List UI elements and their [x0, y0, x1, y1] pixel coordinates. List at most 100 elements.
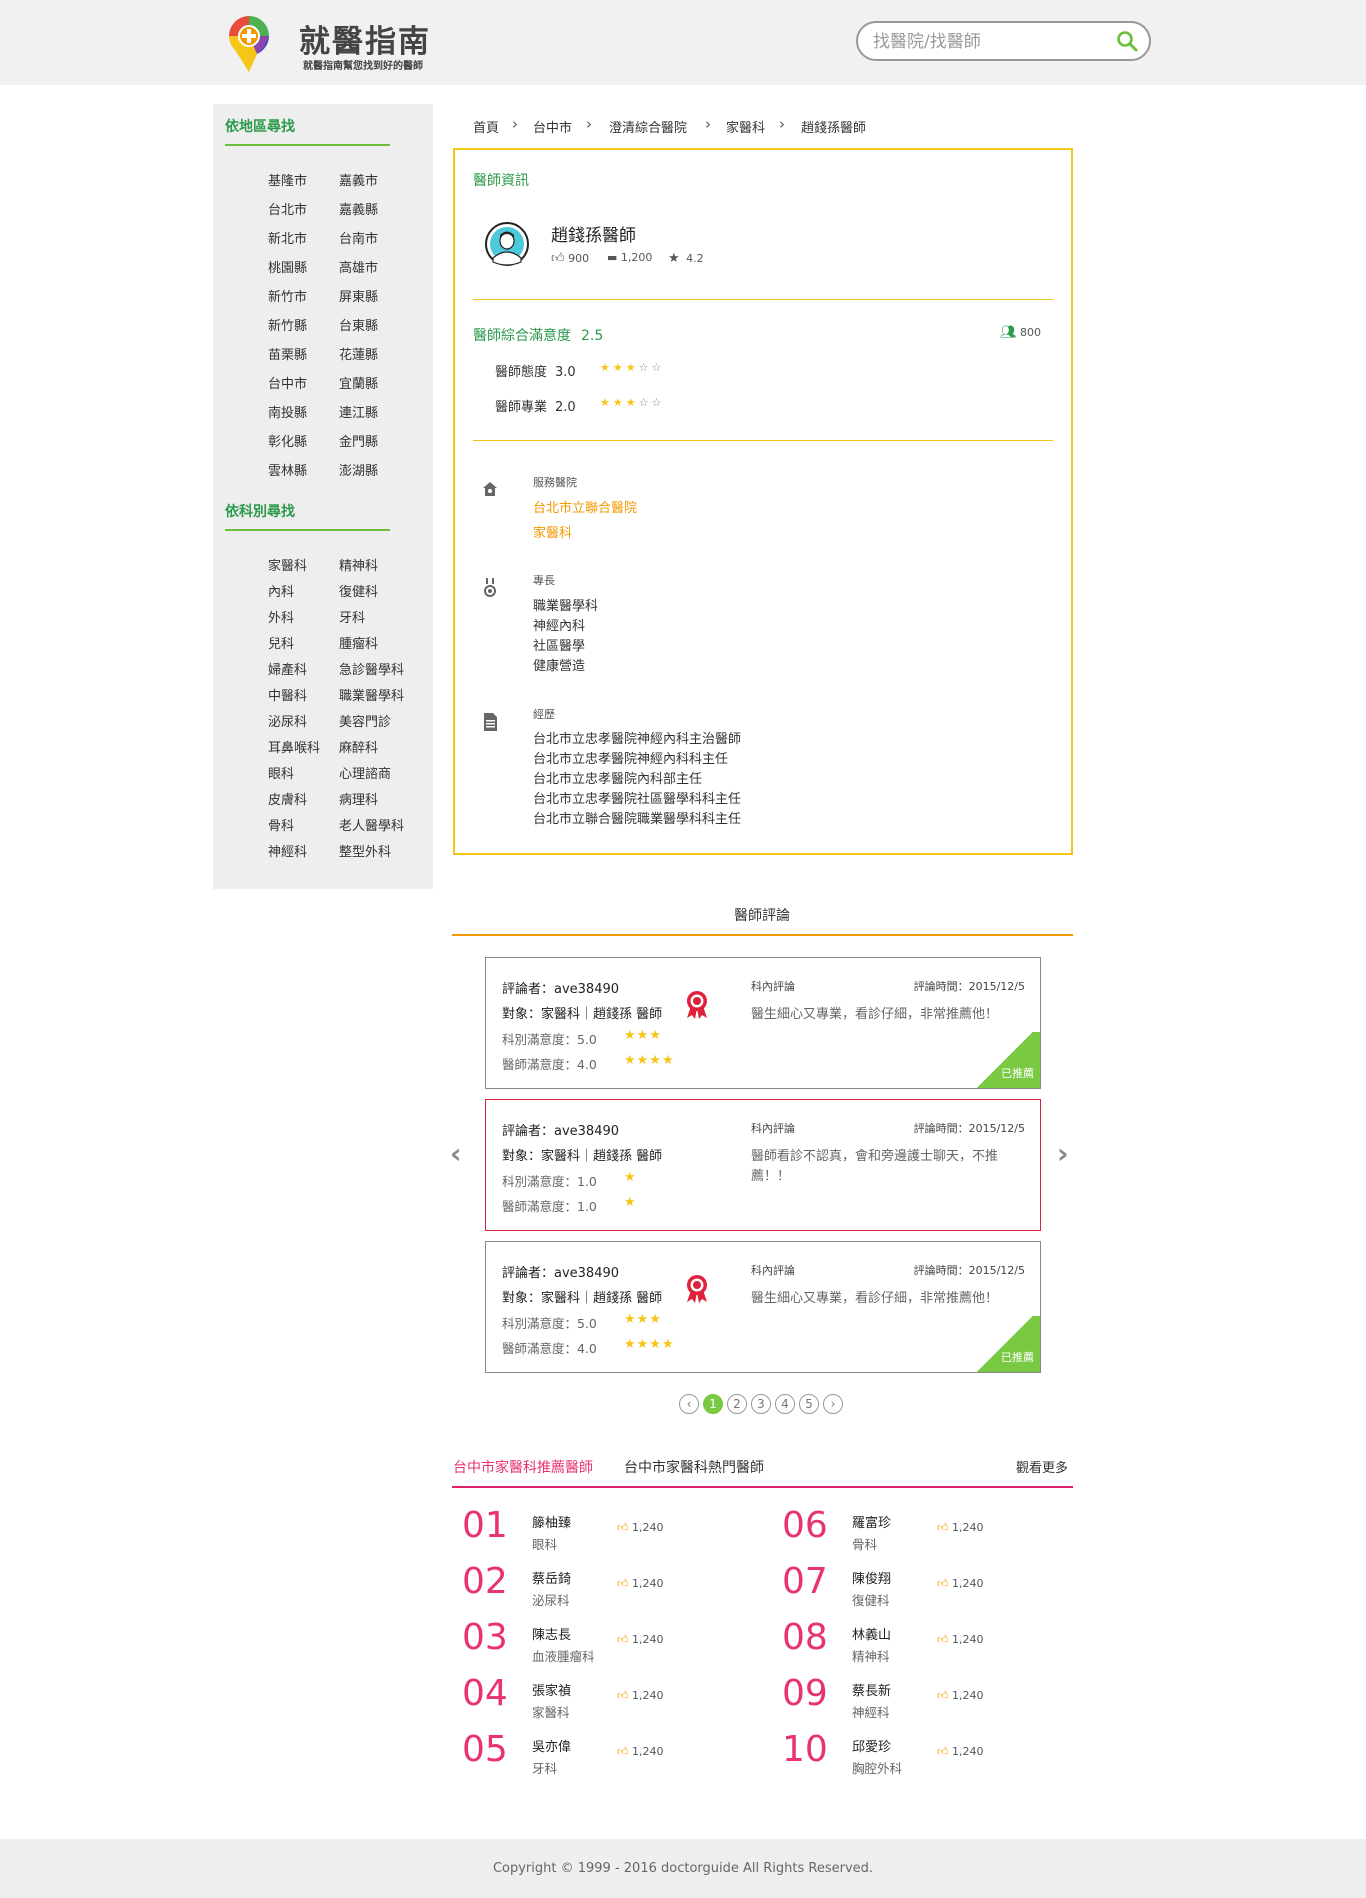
rank-doctor-name[interactable]: 羅富珍 [852, 1512, 891, 1531]
pager-page[interactable]: 4 [775, 1394, 795, 1414]
sidebar-link[interactable]: 花蓮縣 [339, 344, 378, 363]
sidebar-link[interactable]: 澎湖縣 [339, 460, 378, 479]
review-card[interactable]: 評論者：ave38490 對象：家醫科｜趙錢孫 醫師 科別滿意度：1.0 ★ 醫… [485, 1099, 1041, 1231]
rank-doctor-name[interactable]: 吳亦偉 [532, 1736, 571, 1755]
sidebar-link[interactable]: 牙科 [339, 607, 365, 626]
hospital-label: 服務醫院 [533, 476, 577, 489]
sidebar-link[interactable]: 腫瘤科 [339, 633, 378, 652]
sidebar-link[interactable]: 急診醫學科 [339, 659, 404, 678]
review-card[interactable]: 評論者：ave38490 對象：家醫科｜趙錢孫 醫師 科別滿意度：5.0 ★★★… [485, 1241, 1041, 1373]
breadcrumb-home[interactable]: 首頁 [473, 117, 499, 136]
prev-review-arrow-icon[interactable]: ‹ [450, 1137, 462, 1170]
thumbs-up-icon: 👍︎ [617, 1521, 632, 1534]
sidebar-link[interactable]: 心理諮商 [339, 763, 391, 782]
sidebar-link[interactable]: 南投縣 [268, 402, 307, 421]
breadcrumb-doctor: 趙錢孫醫師 [801, 121, 867, 136]
search-icon[interactable] [1115, 29, 1139, 53]
sidebar-link[interactable]: 台北市 [268, 199, 307, 218]
sidebar-link[interactable]: 復健科 [339, 581, 378, 600]
sidebar-link[interactable]: 彰化縣 [268, 431, 307, 450]
rank-doctor-name[interactable]: 邱愛珍 [852, 1736, 891, 1755]
sidebar-link[interactable]: 外科 [268, 607, 294, 626]
pager-page[interactable]: 3 [751, 1394, 771, 1414]
rank-doctor-name[interactable]: 蔡岳錡 [532, 1568, 571, 1587]
rank-doctor-name[interactable]: 張家禎 [532, 1680, 571, 1699]
sidebar-link[interactable]: 整型外科 [339, 841, 391, 860]
sidebar-link[interactable]: 職業醫學科 [339, 685, 404, 704]
chevron-right-icon: › [779, 115, 785, 133]
rank-doctor-name[interactable]: 蔡長新 [852, 1680, 891, 1699]
more-link[interactable]: 觀看更多 [1016, 1457, 1068, 1476]
sidebar-link[interactable]: 台東縣 [339, 315, 378, 334]
sidebar-link[interactable]: 病理科 [339, 789, 378, 808]
medal-icon [484, 578, 496, 597]
sidebar-link[interactable]: 家醫科 [268, 555, 307, 574]
hospital-link[interactable]: 台北市立聯合醫院 [533, 497, 637, 516]
sidebar-link[interactable]: 台中市 [268, 373, 307, 392]
sidebar-link[interactable]: 新竹市 [268, 286, 307, 305]
sidebar-link[interactable]: 台南市 [339, 228, 378, 247]
sidebar-link[interactable]: 嘉義市 [339, 170, 378, 189]
tab-recommended[interactable]: 台中市家醫科推薦醫師 [453, 1457, 593, 1477]
logo-pin-icon [229, 16, 269, 72]
review-card[interactable]: 評論者：ave38490 對象：家醫科｜趙錢孫 醫師 科別滿意度：5.0 ★★★… [485, 957, 1041, 1089]
sidebar-link[interactable]: 老人醫學科 [339, 815, 404, 834]
sidebar-link[interactable]: 中醫科 [268, 685, 307, 704]
sidebar-link[interactable]: 皮膚科 [268, 789, 307, 808]
hospital-dept-link[interactable]: 家醫科 [533, 522, 572, 541]
rank-doctor-name[interactable]: 陳志長 [532, 1624, 571, 1643]
pager-page[interactable]: 1 [703, 1394, 723, 1414]
pager-prev-icon[interactable]: ‹ [679, 1394, 699, 1414]
sidebar-link[interactable]: 內科 [268, 581, 294, 600]
sidebar-link[interactable]: 骨科 [268, 815, 294, 834]
rank-likes: 👍︎ 1,240 [937, 1689, 984, 1702]
rank-number: 04 [462, 1673, 508, 1714]
doctor-satisfaction: 醫師滿意度：4.0 [502, 1341, 597, 1356]
sidebar-link[interactable]: 眼科 [268, 763, 294, 782]
pager-page[interactable]: 5 [799, 1394, 819, 1414]
copyright: Copyright © 1999 - 2016 doctorguide All … [492, 1861, 874, 1876]
sidebar-link[interactable]: 屏東縣 [339, 286, 378, 305]
sidebar-link[interactable]: 美容門診 [339, 711, 391, 730]
thumbs-up-icon: 👍︎ [617, 1689, 632, 1702]
sidebar-link[interactable]: 泌尿科 [268, 711, 307, 730]
sidebar-link[interactable]: 桃園縣 [268, 257, 307, 276]
sidebar-link[interactable]: 婦產科 [268, 659, 307, 678]
comments-count: ▬ 1,200 [607, 251, 653, 264]
tab-popular[interactable]: 台中市家醫科熱門醫師 [624, 1457, 764, 1477]
rank-doctor-name[interactable]: 陳俊翔 [852, 1568, 891, 1587]
breadcrumb-city[interactable]: 台中市 [533, 117, 572, 136]
sidebar-link[interactable]: 連江縣 [339, 402, 378, 421]
sidebar-link[interactable]: 耳鼻喉科 [268, 737, 320, 756]
sidebar-link[interactable]: 宜蘭縣 [339, 373, 378, 392]
rank-doctor-dept: 血液腫瘤科 [532, 1649, 595, 1664]
sidebar-link[interactable]: 麻醉科 [339, 737, 378, 756]
divider [473, 299, 1053, 300]
sidebar-link[interactable]: 嘉義縣 [339, 199, 378, 218]
pager-next-icon[interactable]: › [823, 1394, 843, 1414]
sidebar-link[interactable]: 新北市 [268, 228, 307, 247]
dept-stars: ★★★ [624, 1312, 662, 1327]
rank-doctor-name[interactable]: 籐柚臻 [532, 1512, 571, 1531]
sidebar-link[interactable]: 兒科 [268, 633, 294, 652]
sidebar-link[interactable]: 神經科 [268, 841, 307, 860]
next-review-arrow-icon[interactable]: › [1057, 1137, 1069, 1170]
sidebar-link[interactable]: 苗栗縣 [268, 344, 307, 363]
pager-page[interactable]: 2 [727, 1394, 747, 1414]
reviewer-count: 👥︎ 800 [1000, 325, 1042, 340]
rank-number: 05 [462, 1729, 508, 1770]
site-title[interactable]: 就醫指南 [299, 16, 431, 61]
sidebar-link[interactable]: 精神科 [339, 555, 378, 574]
sidebar-link[interactable]: 金門縣 [339, 431, 378, 450]
sidebar-link[interactable]: 高雄市 [339, 257, 378, 276]
rank-doctor-name[interactable]: 林義山 [852, 1624, 891, 1643]
sidebar-link[interactable]: 基隆市 [268, 170, 307, 189]
breadcrumb-dept[interactable]: 家醫科 [726, 117, 765, 136]
dept-stars: ★ [624, 1170, 637, 1185]
sidebar-link[interactable]: 新竹縣 [268, 315, 307, 334]
sidebar-link[interactable]: 雲林縣 [268, 460, 307, 479]
breadcrumb-hospital[interactable]: 澄清綜合醫院 [609, 117, 687, 136]
doctor-satisfaction: 醫師滿意度：4.0 [502, 1057, 597, 1072]
rank-number: 07 [782, 1561, 828, 1602]
search-input[interactable] [873, 31, 1093, 53]
